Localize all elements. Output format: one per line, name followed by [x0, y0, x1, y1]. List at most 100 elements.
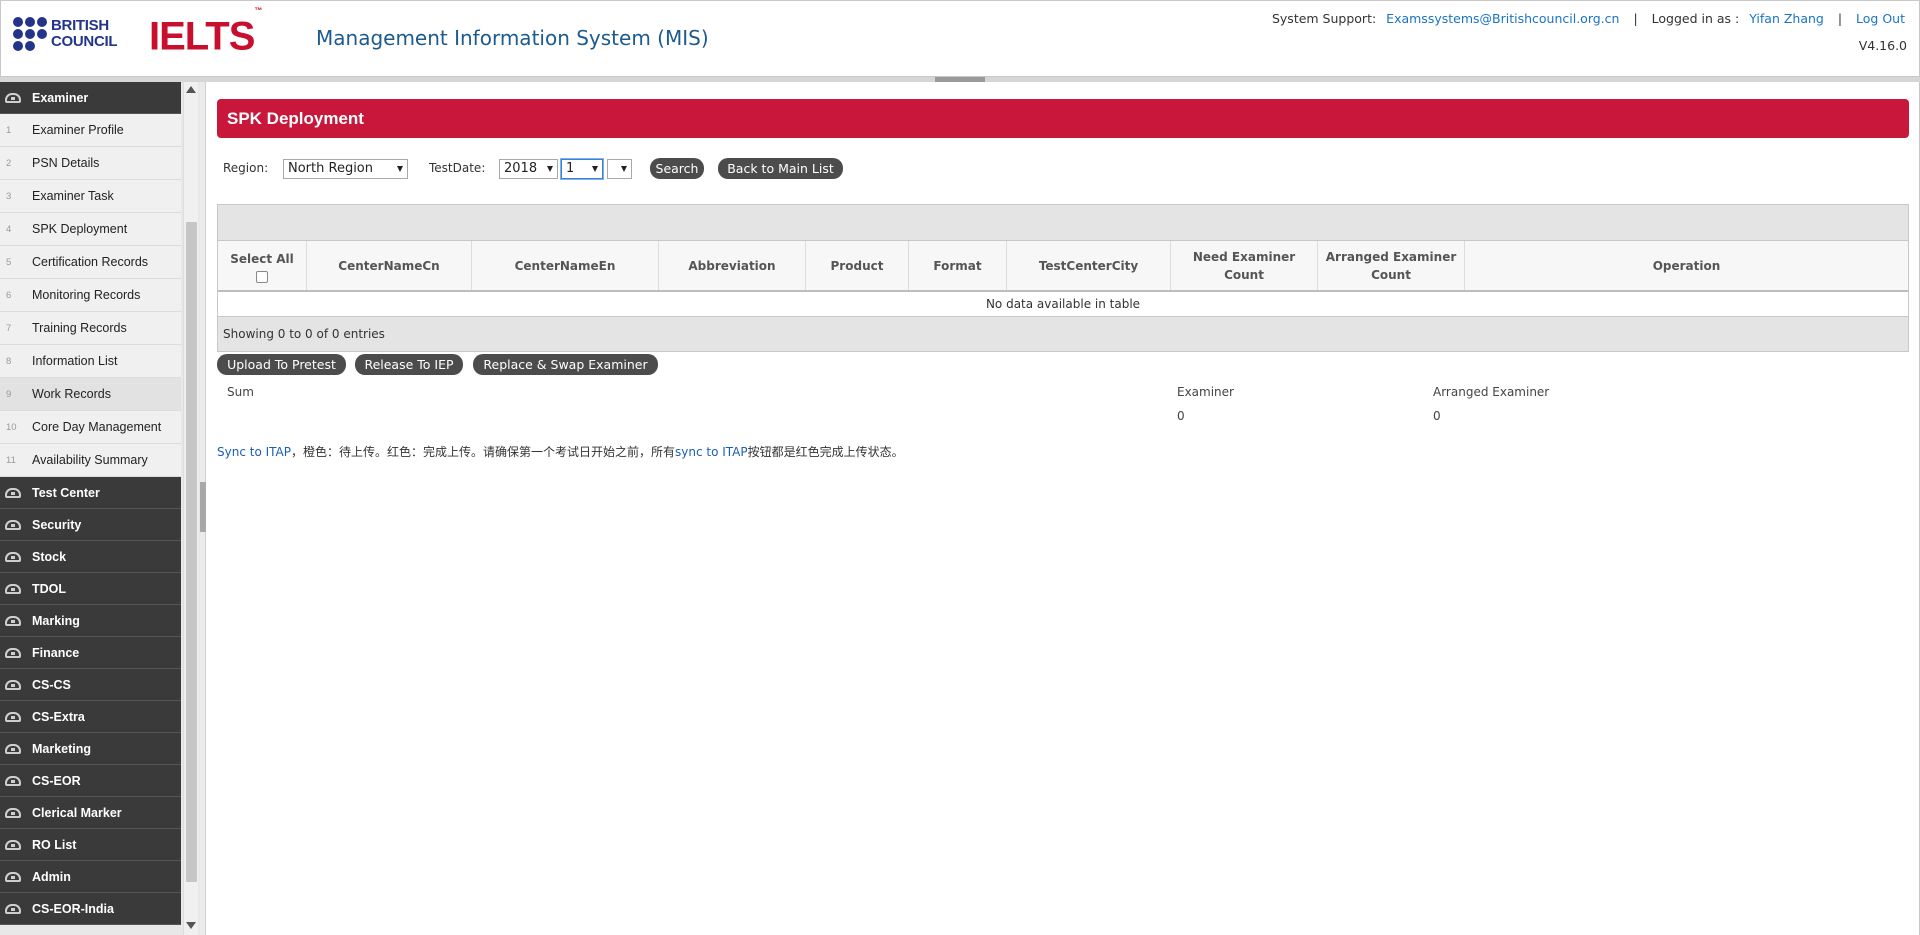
- nav-group-cs-cs[interactable]: CS-CS: [0, 669, 181, 701]
- item-number: 6: [6, 290, 12, 301]
- sidebar-item-training-records[interactable]: 7 Training Records: [0, 312, 181, 345]
- examiner-value: 0: [1177, 409, 1185, 423]
- sidebar-item-label: Examiner Profile: [32, 123, 124, 137]
- action-bar: Upload To Pretest Release To IEP Replace…: [217, 353, 1017, 377]
- module-icon: [5, 648, 21, 658]
- sidebar-item-examiner-profile[interactable]: 1 Examiner Profile: [0, 114, 181, 147]
- item-number: 7: [6, 323, 12, 334]
- nav-group-stock[interactable]: Stock: [0, 541, 181, 573]
- chevron-down-icon: [592, 166, 598, 172]
- module-icon: [5, 680, 21, 690]
- note-sync-text: sync to ITAP: [675, 445, 748, 459]
- day-select[interactable]: [607, 159, 632, 179]
- sidebar-splitter[interactable]: [200, 82, 206, 935]
- column-header-centernameen[interactable]: CenterNameEn: [472, 241, 659, 290]
- sidebar-item-label: Certification Records: [32, 255, 149, 269]
- column-header-format[interactable]: Format: [909, 241, 1007, 290]
- region-select[interactable]: North Region: [283, 159, 408, 179]
- empty-table-message: No data available in table: [218, 292, 1908, 317]
- logout-link[interactable]: Log Out: [1856, 11, 1905, 26]
- testdate-label: TestDate:: [429, 161, 486, 175]
- nav-group-cs-eor[interactable]: CS-EOR: [0, 765, 181, 797]
- upload-to-pretest-button[interactable]: Upload To Pretest: [217, 354, 346, 375]
- scroll-down-arrow-icon[interactable]: [186, 922, 196, 929]
- year-select[interactable]: 2018: [499, 159, 558, 179]
- note-sync-text: Sync to ITAP: [217, 445, 291, 459]
- sidebar-item-examiner-task[interactable]: 3 Examiner Task: [0, 180, 181, 213]
- page-title: SPK Deployment: [217, 99, 1909, 138]
- nav-group-cs-eor-india[interactable]: CS-EOR-India: [0, 893, 181, 925]
- sidebar-scrollbar[interactable]: [183, 82, 198, 935]
- sidebar-item-work-records[interactable]: 9 Work Records: [0, 378, 181, 411]
- module-icon: [5, 552, 21, 562]
- column-header-operation: Operation: [1652, 258, 1721, 273]
- module-icon: [5, 872, 21, 882]
- sidebar-item-certification-records[interactable]: 5 Certification Records: [0, 246, 181, 279]
- separator: |: [1633, 11, 1638, 26]
- nav-group-tdol[interactable]: TDOL: [0, 573, 181, 605]
- sidebar-item-psn-details[interactable]: 2 PSN Details: [0, 147, 181, 180]
- user-name-link[interactable]: Yifan Zhang: [1749, 11, 1824, 26]
- ielts-trademark: ™: [254, 6, 262, 15]
- column-header-arranged-examiner-count[interactable]: Arranged Examiner Count: [1318, 241, 1465, 290]
- column-header-product[interactable]: Product: [806, 241, 909, 290]
- sidebar-item-label: Training Records: [32, 321, 127, 335]
- release-to-iep-button[interactable]: Release To IEP: [355, 354, 463, 375]
- support-email-link[interactable]: Examssystems@Britishcouncil.org.cn: [1386, 11, 1619, 26]
- chevron-down-icon: [397, 166, 403, 172]
- sidebar-item-information-list[interactable]: 8 Information List: [0, 345, 181, 378]
- nav-group-label: Examiner: [32, 91, 89, 105]
- column-header-centernamecn[interactable]: CenterNameCn: [307, 241, 472, 290]
- sidebar-item-core-day-management[interactable]: 10 Core Day Management: [0, 411, 181, 444]
- nav-group-marking[interactable]: Marking: [0, 605, 181, 637]
- nav-group-label: Marking: [32, 614, 80, 628]
- column-header-testcentercity[interactable]: TestCenterCity: [1007, 241, 1171, 290]
- sidebar-splitter-grip[interactable]: [200, 482, 206, 532]
- column-header-abbreviation[interactable]: Abbreviation: [659, 241, 806, 290]
- nav-group-admin[interactable]: Admin: [0, 861, 181, 893]
- module-icon: [5, 712, 21, 722]
- item-number: 8: [6, 356, 12, 367]
- module-icon: [5, 744, 21, 754]
- nav-group-cs-extra[interactable]: CS-Extra: [0, 701, 181, 733]
- module-icon: [5, 616, 21, 626]
- column-header-select-all: Select All: [218, 241, 307, 290]
- replace-swap-examiner-button[interactable]: Replace & Swap Examiner: [473, 354, 658, 375]
- chevron-down-icon: [547, 166, 553, 172]
- sidebar-item-monitoring-records[interactable]: 6 Monitoring Records: [0, 279, 181, 312]
- table-header-row: Select All CenterNameCn CenterNameEn Abb…: [218, 241, 1908, 292]
- column-header-need-examiner-count[interactable]: Need Examiner Count: [1171, 241, 1318, 290]
- item-number: 5: [6, 257, 12, 268]
- sidebar-nav: Examiner 1 Examiner Profile 2 PSN Details …: [0, 82, 181, 935]
- nav-group-test-center[interactable]: Test Center: [0, 477, 181, 509]
- select-all-checkbox[interactable]: [256, 271, 268, 283]
- nav-group-ro-list[interactable]: RO List: [0, 829, 181, 861]
- nav-group-finance[interactable]: Finance: [0, 637, 181, 669]
- nav-group-label: Finance: [32, 646, 80, 660]
- module-icon: [5, 840, 21, 850]
- table-info: Showing 0 to 0 of 0 entries: [218, 317, 1908, 351]
- sidebar-item-spk-deployment[interactable]: 4 SPK Deployment: [0, 213, 181, 246]
- scroll-thumb[interactable]: [186, 222, 197, 882]
- version-label: V4.16.0: [1858, 38, 1907, 53]
- item-number: 11: [6, 455, 16, 466]
- nav-group-label: CS-EOR-India: [32, 902, 114, 916]
- british-council-dots-icon: [13, 17, 49, 51]
- scroll-up-arrow-icon[interactable]: [186, 86, 196, 93]
- nav-group-clerical-marker[interactable]: Clerical Marker: [0, 797, 181, 829]
- separator: |: [1837, 11, 1843, 26]
- sidebar-item-availability-summary[interactable]: 11 Availability Summary: [0, 444, 181, 477]
- search-button[interactable]: Search: [650, 158, 704, 179]
- user-bar: System Support: Examssystems@Britishcoun…: [1272, 11, 1905, 26]
- nav-group-security[interactable]: Security: [0, 509, 181, 541]
- nav-group-examiner[interactable]: Examiner: [0, 82, 181, 114]
- app-title: Management Information System (MIS): [316, 26, 709, 50]
- nav-group-label: Admin: [32, 870, 71, 884]
- item-number: 9: [6, 389, 12, 400]
- back-to-main-list-button[interactable]: Back to Main List: [718, 158, 843, 179]
- month-select[interactable]: 1: [561, 159, 603, 179]
- nav-group-marketing[interactable]: Marketing: [0, 733, 181, 765]
- nav-group-label: TDOL: [32, 582, 67, 596]
- nav-group-label: CS-CS: [32, 678, 71, 692]
- sidebar-item-label: Examiner Task: [32, 189, 114, 203]
